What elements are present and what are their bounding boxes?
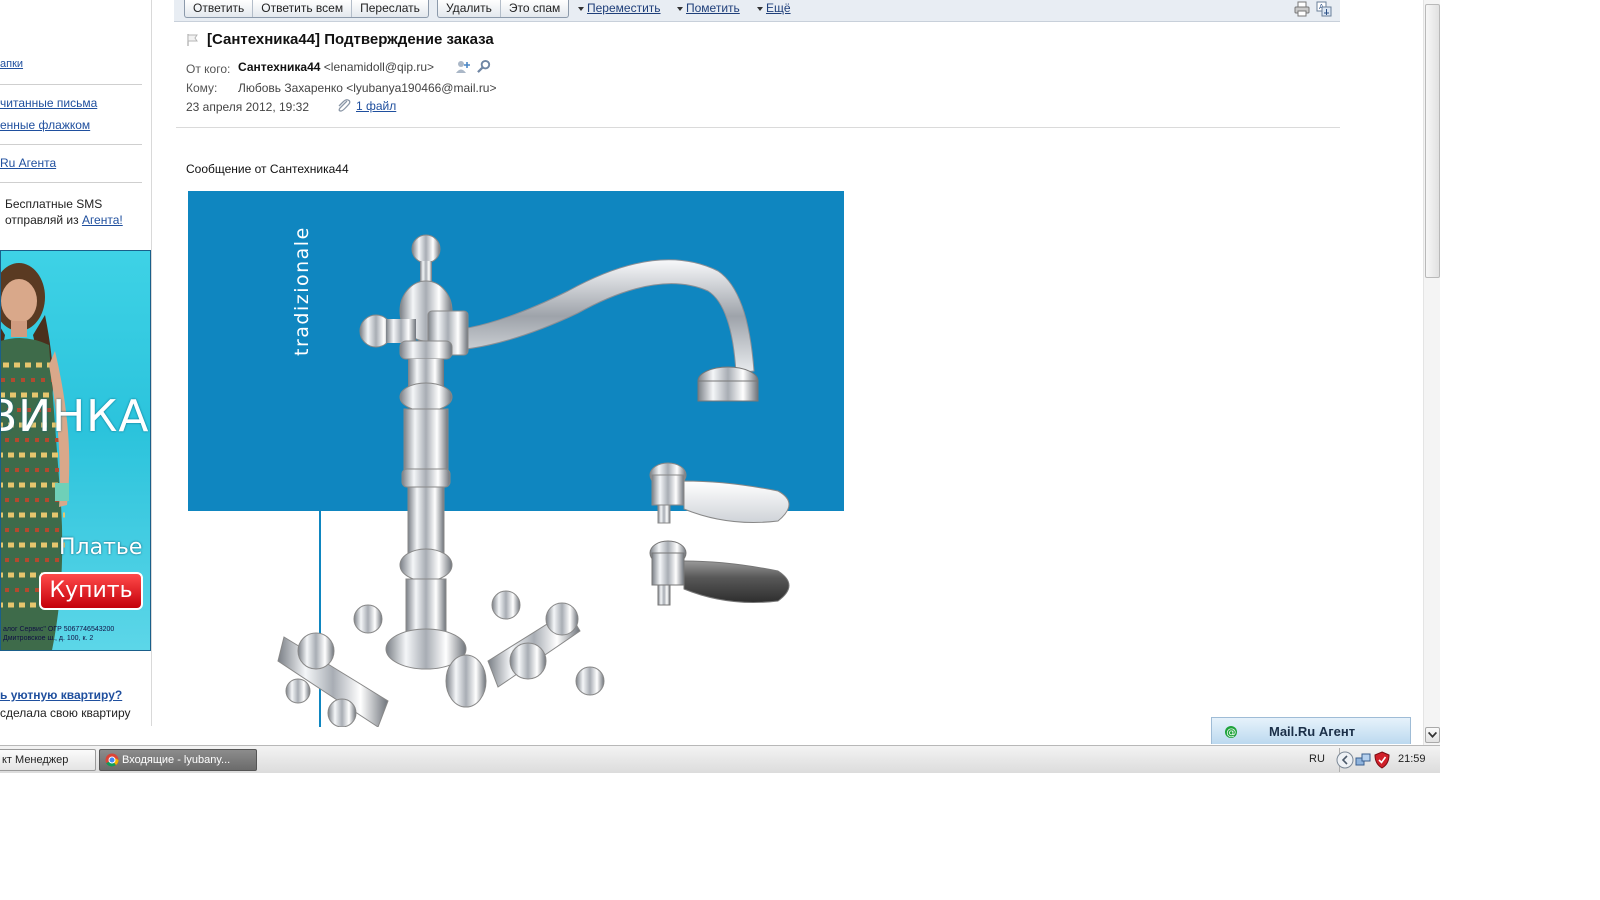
header-divider — [176, 127, 1340, 128]
ad-legal-line: Дмитровское ш., д. 100, к. 2 — [3, 635, 94, 642]
advertisement-banner[interactable]: ВИНКА Платье Купить алог Сервис" ОГР 506… — [0, 250, 151, 651]
paperclip-icon — [338, 99, 351, 112]
more-menu[interactable]: Ещё — [757, 0, 791, 16]
chevron-down-icon — [1427, 731, 1438, 739]
sms-text: Бесплатные SMS — [5, 197, 103, 211]
folders-link[interactable]: апки — [0, 58, 23, 70]
sender-email: <lenamidoll@qip.ru> — [323, 60, 435, 74]
chevron-left-icon[interactable] — [1336, 751, 1354, 769]
sender[interactable]: Сантехника44 <lenamidoll@qip.ru> — [238, 60, 434, 74]
at-sign-icon: @ — [1225, 726, 1237, 739]
faucet-icon — [277, 234, 790, 727]
reply-all-button[interactable]: Ответить всем — [253, 0, 353, 17]
agent-link[interactable]: Ru Агента — [0, 156, 56, 170]
reply-button[interactable]: Ответить — [185, 0, 254, 17]
promo-link[interactable]: ь уютную квартиру? — [0, 688, 122, 702]
sidebar-divider — [0, 84, 142, 85]
forward-button[interactable]: Переслать — [352, 0, 428, 17]
add-contact-icon[interactable] — [455, 59, 471, 75]
left-sidebar: апки читанные письма енные флажком Ru Аг… — [0, 0, 152, 726]
chevron-down-icon — [578, 6, 584, 11]
mailru-agent-bar[interactable]: @ Mail.Ru Агент — [1211, 717, 1411, 744]
svg-text:@: @ — [1226, 728, 1236, 739]
sidebar-divider — [0, 144, 142, 145]
ad-legal-text: алог Сервис" ОГР 5067746543200 Дмитровск… — [3, 625, 114, 643]
sidebar-divider — [0, 182, 142, 183]
unread-messages-link[interactable]: читанные письма — [0, 96, 97, 110]
buy-button[interactable]: Купить — [39, 572, 143, 610]
flagged-messages-link[interactable]: енные флажком — [0, 118, 90, 132]
message-date: 23 апреля 2012, 19:32 — [186, 100, 310, 114]
network-icon[interactable] — [1355, 752, 1371, 768]
chrome-icon — [105, 753, 119, 767]
taskbar: кт Менеджер Входящие - lyubany... RU 21:… — [0, 745, 1440, 773]
to-label: Кому: — [186, 81, 218, 95]
mark-menu-label: Пометить — [686, 1, 740, 15]
taskbar-item-label: кт Менеджер — [2, 754, 69, 766]
print-icon[interactable] — [1294, 1, 1310, 17]
scroll-down-button[interactable] — [1425, 727, 1440, 743]
search-icon[interactable] — [477, 59, 492, 74]
mark-menu[interactable]: Пометить — [677, 0, 740, 16]
free-sms-promo: Бесплатные SMS отправляй из Агента! — [5, 196, 123, 228]
translate-icon[interactable]: A — [1316, 1, 1332, 17]
ad-brand-text: ВИНКА — [0, 391, 150, 442]
reply-button-group: Ответить Ответить всем Переслать — [184, 0, 429, 18]
page-scrollbar[interactable] — [1423, 0, 1440, 745]
system-clock: 21:59 — [1398, 753, 1426, 765]
ad-product-text: Платье — [59, 535, 143, 560]
taskbar-item-manager[interactable]: кт Менеджер — [0, 749, 96, 771]
agent-bar-label: Mail.Ru Агент — [1269, 724, 1356, 739]
sms-text: отправляй из — [5, 213, 82, 227]
message-toolbar: Ответить Ответить всем Переслать Удалить… — [174, 0, 1340, 22]
column-divider — [151, 0, 152, 726]
sms-agent-link[interactable]: Агента! — [82, 213, 123, 227]
message-subject: [Сантехника44] Подтверждение заказа — [207, 31, 494, 48]
move-menu[interactable]: Переместить — [578, 0, 661, 16]
from-label: От кого: — [186, 62, 231, 76]
more-menu-label: Ещё — [766, 1, 791, 15]
shield-icon[interactable] — [1374, 751, 1390, 769]
language-indicator[interactable]: RU — [1309, 753, 1325, 765]
recipient: Любовь Захаренко <lyubanya190466@mail.ru… — [238, 81, 497, 95]
sender-name[interactable]: Сантехника44 — [238, 60, 320, 74]
attachment-link[interactable]: 1 файл — [356, 99, 396, 113]
delete-button-group: Удалить Это спам — [437, 0, 570, 18]
delete-button[interactable]: Удалить — [438, 0, 501, 17]
product-image: tradizionale — [188, 191, 844, 727]
chevron-down-icon — [757, 6, 763, 11]
message-intro: Сообщение от Сантехника44 — [186, 162, 349, 176]
spam-button[interactable]: Это спам — [501, 0, 568, 17]
scrollbar-thumb[interactable] — [1425, 4, 1440, 278]
move-menu-label: Переместить — [587, 1, 661, 15]
flag-icon[interactable] — [186, 33, 200, 47]
ad-legal-line: алог Сервис" ОГР 5067746543200 — [3, 626, 115, 633]
promo-text: сделала свою квартиру — [0, 706, 131, 720]
taskbar-item-label: Входящие - lyubany... — [122, 754, 231, 766]
chevron-down-icon — [677, 6, 683, 11]
taskbar-item-inbox[interactable]: Входящие - lyubany... — [99, 749, 257, 771]
